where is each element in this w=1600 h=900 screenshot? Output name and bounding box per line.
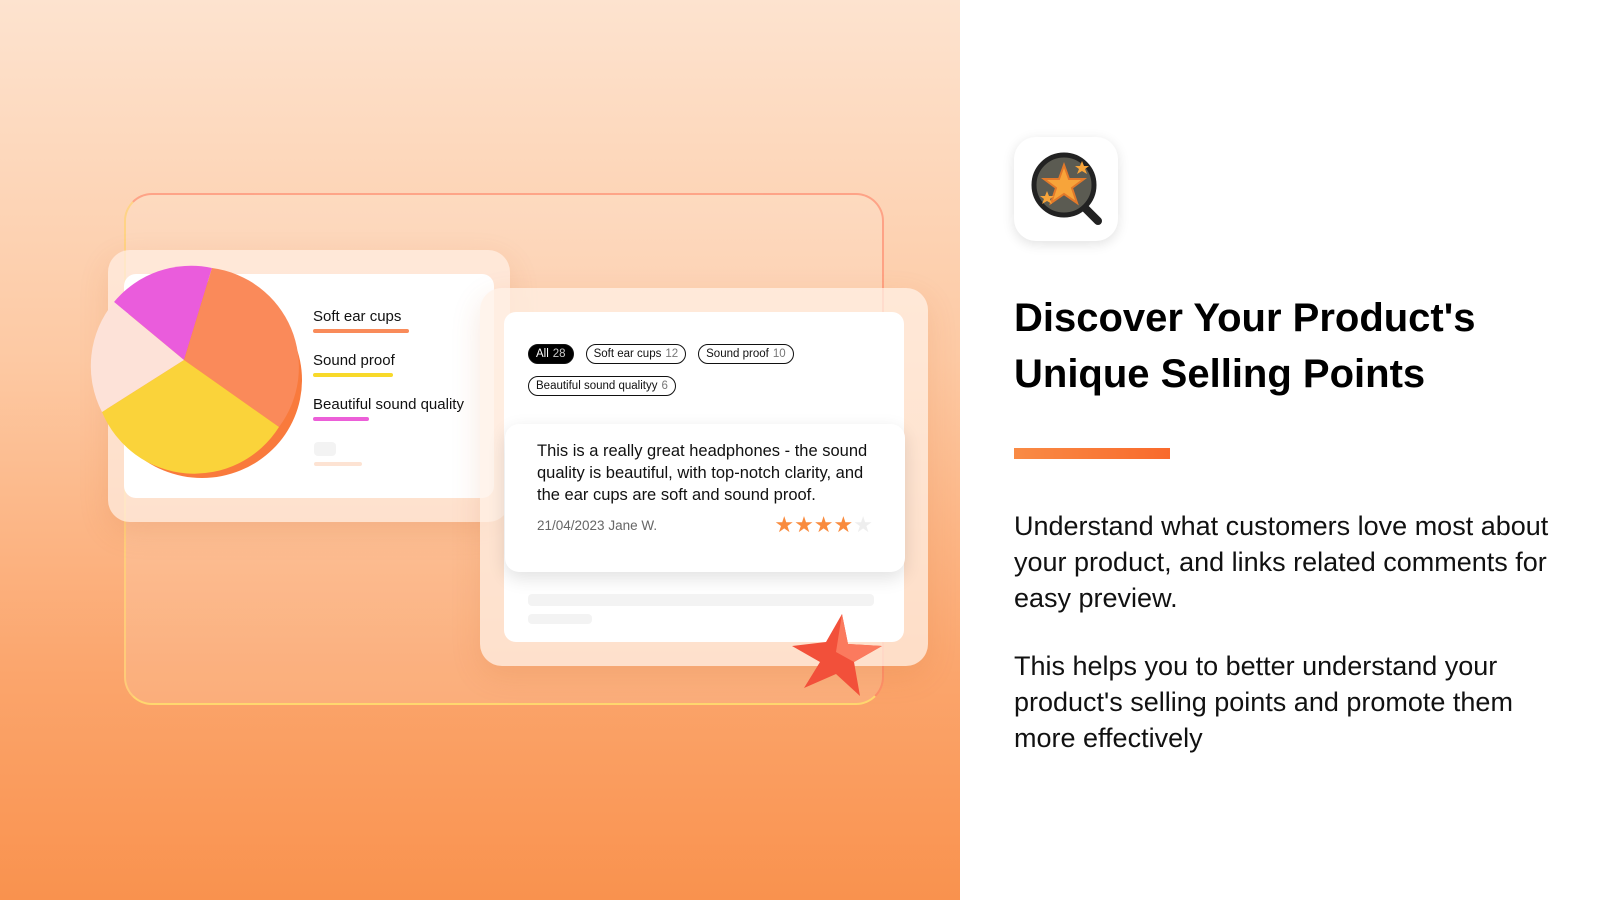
legend-item: Sound proof [313, 352, 395, 377]
headline: Discover Your Product's Unique Selling P… [1014, 296, 1476, 396]
chip-all[interactable]: All 28 [528, 344, 574, 364]
magnifier-star-icon [1031, 152, 1102, 225]
review-text: This is a really great headphones - the … [537, 442, 868, 504]
description-paragraph-1: Understand what customers love most abou… [1014, 511, 1549, 613]
placeholder-bar [314, 462, 362, 466]
placeholder-bar [528, 594, 874, 606]
placeholder-bar [528, 614, 592, 624]
star-empty-icon: ★ [853, 512, 873, 537]
star-rating: ★★★★★ [774, 512, 873, 538]
pie-chart-icon [90, 265, 302, 478]
star-filled-icon: ★ [813, 512, 834, 537]
legend-item: Beautiful sound quality [313, 396, 464, 421]
chip-beautiful-sound-quality[interactable]: Beautiful sound qualityy 6 [528, 376, 676, 396]
chip-sound-proof[interactable]: Sound proof 10 [698, 344, 794, 364]
star-filled-icon: ★ [774, 512, 795, 537]
description-paragraph-2: This helps you to better understand your… [1014, 651, 1513, 753]
chip-soft-ear-cups[interactable]: Soft ear cups 12 [585, 344, 687, 364]
accent-divider [1014, 448, 1170, 459]
hero-illustration-panel: Soft ear cups Sound proof Beautiful soun… [0, 0, 960, 900]
star-filled-icon: ★ [833, 512, 854, 537]
placeholder-bar [314, 442, 336, 456]
review-date-author: 21/04/2023 Jane W. [537, 517, 658, 533]
star-icon [792, 614, 882, 696]
review-card[interactable]: This is a really great headphones - the … [505, 424, 905, 572]
app-icon [1014, 137, 1118, 241]
star-filled-icon: ★ [794, 512, 814, 537]
topic-filter-chips: All 28 Soft ear cups 12 Sound proof 10 Beau… [528, 344, 888, 396]
legend-item: Soft ear cups [313, 308, 409, 333]
